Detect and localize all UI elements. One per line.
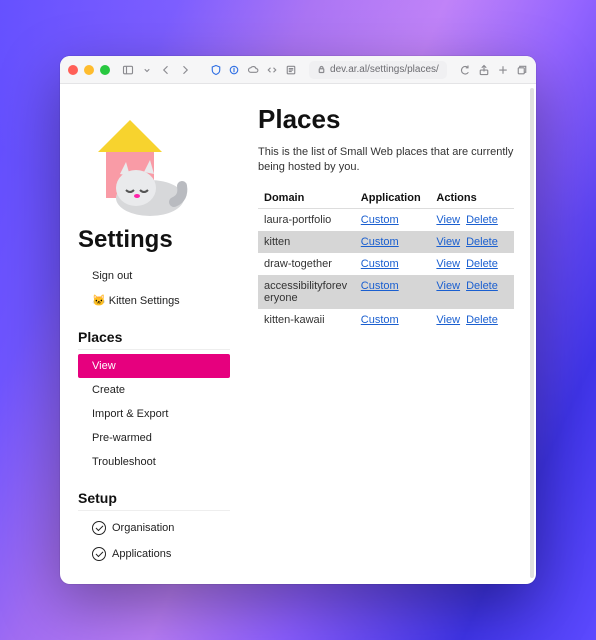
- delete-link[interactable]: Delete: [466, 214, 498, 226]
- sidebar-item-view[interactable]: View: [78, 354, 230, 378]
- table-row: kitten Custom View Delete: [258, 231, 514, 253]
- delete-link[interactable]: Delete: [466, 236, 498, 248]
- dropdown-chevron-icon[interactable]: [141, 62, 154, 78]
- sidebar-item-create[interactable]: Create: [78, 378, 244, 402]
- cell-domain: accessibilityforeveryone: [258, 275, 355, 309]
- view-link[interactable]: View: [436, 236, 460, 248]
- view-link[interactable]: View: [436, 214, 460, 226]
- sidebar-section-setup: Setup: [78, 480, 230, 511]
- app-link[interactable]: Custom: [361, 280, 399, 292]
- cell-actions: View Delete: [430, 275, 514, 309]
- sidebar-item-label: Organisation: [112, 522, 174, 534]
- sidebar-item-import-export[interactable]: Import & Export: [78, 402, 244, 426]
- cell-actions: View Delete: [430, 231, 514, 253]
- sidebar-item-pre-warmed[interactable]: Pre-warmed: [78, 426, 244, 450]
- view-link[interactable]: View: [436, 314, 460, 326]
- cell-app: Custom: [355, 275, 431, 309]
- cell-domain: draw-together: [258, 253, 355, 275]
- extension-icon[interactable]: [228, 62, 241, 78]
- sidebar-item-label: Applications: [112, 548, 171, 560]
- cell-domain: kitten-kawaii: [258, 309, 355, 331]
- cell-actions: View Delete: [430, 208, 514, 231]
- minimize-window-button[interactable]: [84, 65, 94, 75]
- places-table: Domain Application Actions laura-portfol…: [258, 188, 514, 331]
- cell-app: Custom: [355, 253, 431, 275]
- view-link[interactable]: View: [436, 280, 460, 292]
- sidebar-item-signout[interactable]: Sign out: [78, 264, 244, 288]
- back-icon[interactable]: [160, 62, 173, 78]
- zoom-window-button[interactable]: [100, 65, 110, 75]
- share-icon[interactable]: [478, 62, 491, 78]
- app-link[interactable]: Custom: [361, 314, 399, 326]
- sidebar-item-label: Sign out: [92, 270, 132, 282]
- titlebar: dev.ar.al/settings/places/: [60, 56, 536, 84]
- sidebar-section-places: Places: [78, 319, 230, 350]
- table-row: kitten-kawaii Custom View Delete: [258, 309, 514, 331]
- cell-app: Custom: [355, 309, 431, 331]
- lock-icon: [317, 65, 326, 74]
- sidebar-title: Settings: [78, 226, 244, 254]
- sidebar-item-label: Pre-warmed: [92, 432, 152, 444]
- address-bar[interactable]: dev.ar.al/settings/places/: [309, 61, 447, 79]
- refresh-icon[interactable]: [459, 62, 472, 78]
- table-row: laura-portfolio Custom View Delete: [258, 208, 514, 231]
- sidebar-item-label: View: [92, 360, 116, 372]
- delete-link[interactable]: Delete: [466, 280, 498, 292]
- sidebar-item-organisation[interactable]: Organisation: [78, 515, 244, 541]
- cell-app: Custom: [355, 231, 431, 253]
- window-controls: [68, 65, 110, 75]
- sidebar-item-label: Import & Export: [92, 408, 168, 420]
- new-tab-icon[interactable]: [496, 62, 509, 78]
- table-row: draw-together Custom View Delete: [258, 253, 514, 275]
- tabs-icon[interactable]: [515, 62, 528, 78]
- app-link[interactable]: Custom: [361, 258, 399, 270]
- reader-icon[interactable]: [284, 62, 297, 78]
- col-domain: Domain: [258, 188, 355, 209]
- sidebar-item-label: 🐱 Kitten Settings: [92, 294, 180, 307]
- url-text: dev.ar.al/settings/places/: [330, 64, 439, 75]
- view-link[interactable]: View: [436, 258, 460, 270]
- devtools-icon[interactable]: [265, 62, 278, 78]
- app-link[interactable]: Custom: [361, 214, 399, 226]
- scrollbar[interactable]: [530, 88, 534, 578]
- cloud-icon[interactable]: [247, 62, 260, 78]
- forward-icon[interactable]: [178, 62, 191, 78]
- cell-actions: View Delete: [430, 253, 514, 275]
- shield-icon[interactable]: [209, 62, 222, 78]
- check-icon: [92, 547, 106, 561]
- main-content: Places This is the list of Small Web pla…: [244, 84, 536, 584]
- table-row: accessibilityforeveryone Custom View Delete: [258, 275, 514, 309]
- browser-window: dev.ar.al/settings/places/: [60, 56, 536, 584]
- delete-link[interactable]: Delete: [466, 258, 498, 270]
- cell-actions: View Delete: [430, 309, 514, 331]
- sidebar-toggle-icon[interactable]: [122, 62, 135, 78]
- sidebar-item-troubleshoot[interactable]: Troubleshoot: [78, 450, 244, 474]
- sidebar: Settings Sign out 🐱 Kitten Settings Plac…: [60, 84, 244, 584]
- page-description: This is the list of Small Web places tha…: [258, 145, 514, 176]
- check-icon: [92, 521, 106, 535]
- cell-domain: laura-portfolio: [258, 208, 355, 231]
- sidebar-item-label: Troubleshoot: [92, 456, 156, 468]
- app-logo: [78, 102, 198, 222]
- sidebar-item-label: Create: [92, 384, 125, 396]
- delete-link[interactable]: Delete: [466, 314, 498, 326]
- page-title: Places: [258, 104, 514, 135]
- sidebar-item-applications[interactable]: Applications: [78, 541, 244, 567]
- sidebar-item-kitten-settings[interactable]: 🐱 Kitten Settings: [78, 288, 244, 313]
- col-app: Application: [355, 188, 431, 209]
- close-window-button[interactable]: [68, 65, 78, 75]
- col-actions: Actions: [430, 188, 514, 209]
- app-link[interactable]: Custom: [361, 236, 399, 248]
- cell-app: Custom: [355, 208, 431, 231]
- cell-domain: kitten: [258, 231, 355, 253]
